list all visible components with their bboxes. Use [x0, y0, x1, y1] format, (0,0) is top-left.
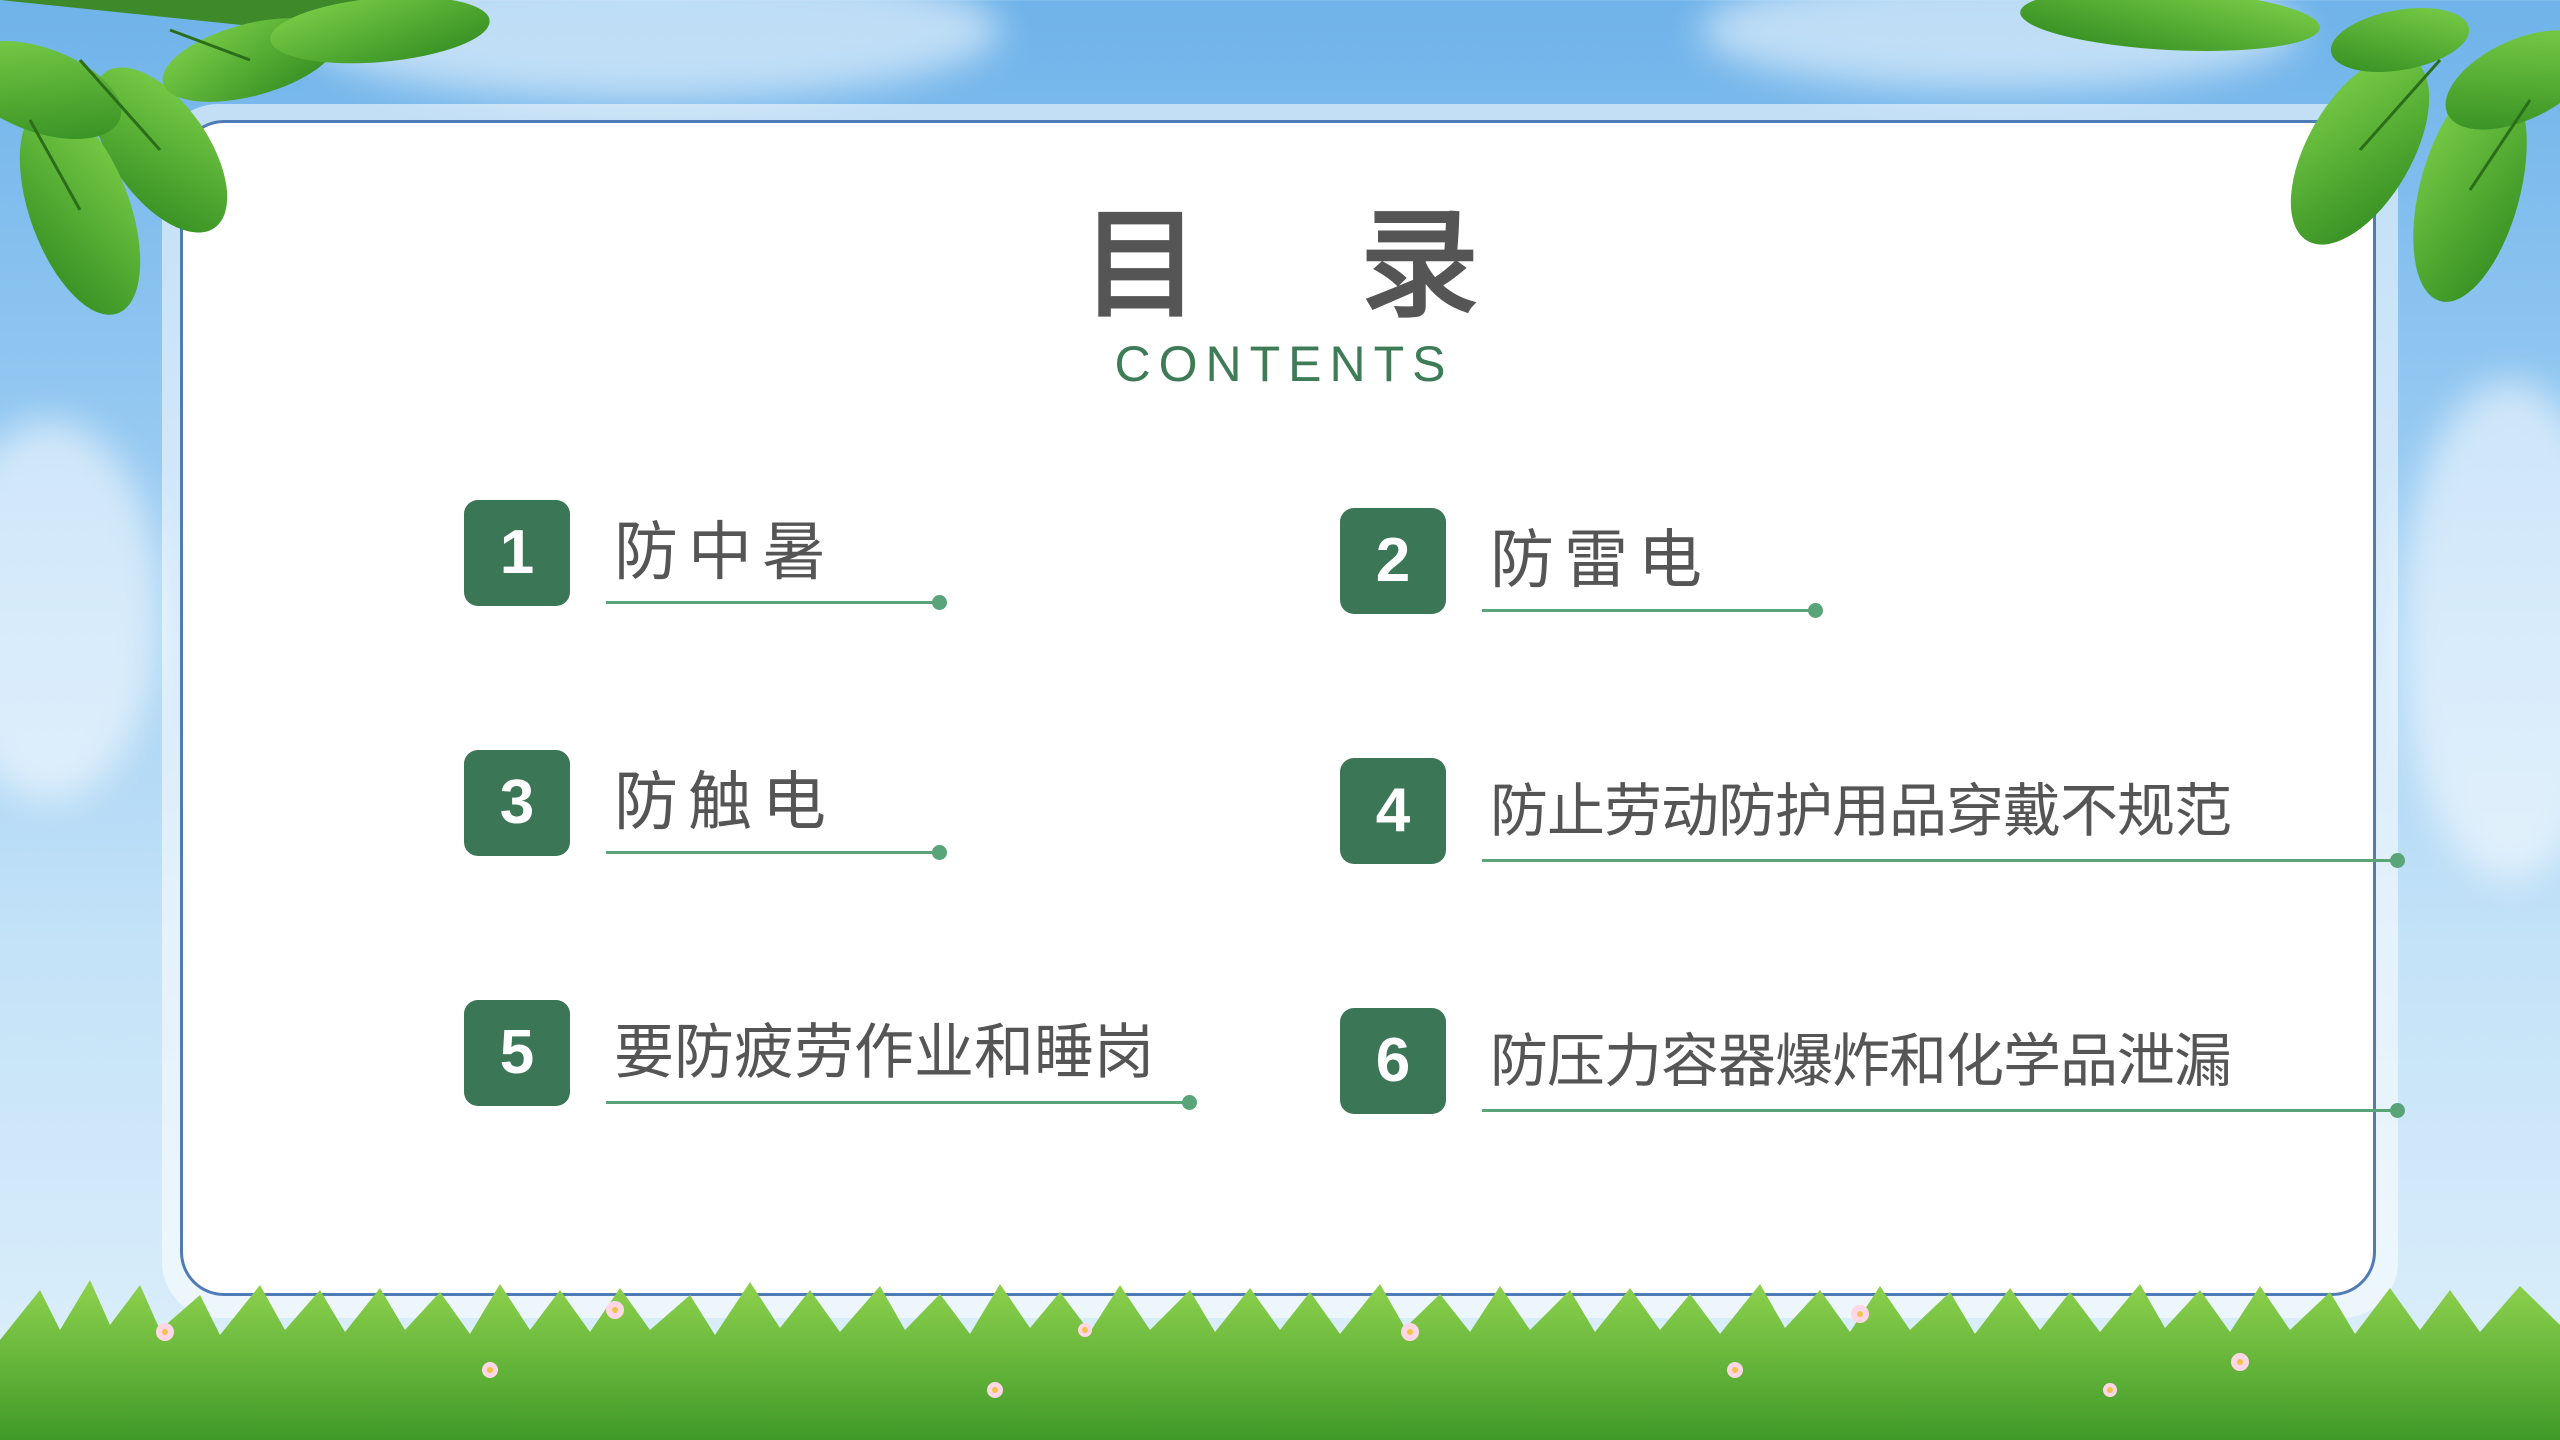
item-label: 防雷电 — [1490, 524, 1712, 598]
item-underline — [1482, 1103, 2405, 1118]
page-subtitle: CONTENTS — [1114, 336, 1454, 392]
leaf-icon — [2020, 0, 2560, 302]
item-underline — [606, 1095, 1197, 1110]
item-underline — [1482, 853, 2405, 868]
grass-icon — [0, 1280, 2560, 1440]
item-number-badge: 5 — [464, 1000, 570, 1106]
item-number-badge: 6 — [1340, 1008, 1446, 1114]
item-label: 防触电 — [614, 766, 836, 840]
item-label: 防中暑 — [614, 516, 836, 590]
item-number-badge: 2 — [1340, 508, 1446, 614]
item-underline — [606, 595, 947, 610]
cloud-icon — [0, 420, 160, 800]
item-label: 要防疲劳作业和睡岗 — [614, 1018, 1154, 1088]
item-underline — [1482, 603, 1823, 618]
item-number-badge: 4 — [1340, 758, 1446, 864]
item-label: 防压力容器爆炸和化学品泄漏 — [1490, 1027, 2232, 1095]
leaf-icon — [0, 0, 490, 315]
item-label: 防止劳动防护用品穿戴不规范 — [1490, 777, 2232, 845]
item-number-badge: 3 — [464, 750, 570, 856]
item-underline — [606, 845, 947, 860]
cloud-icon — [2400, 380, 2560, 880]
item-number-badge: 1 — [464, 500, 570, 606]
